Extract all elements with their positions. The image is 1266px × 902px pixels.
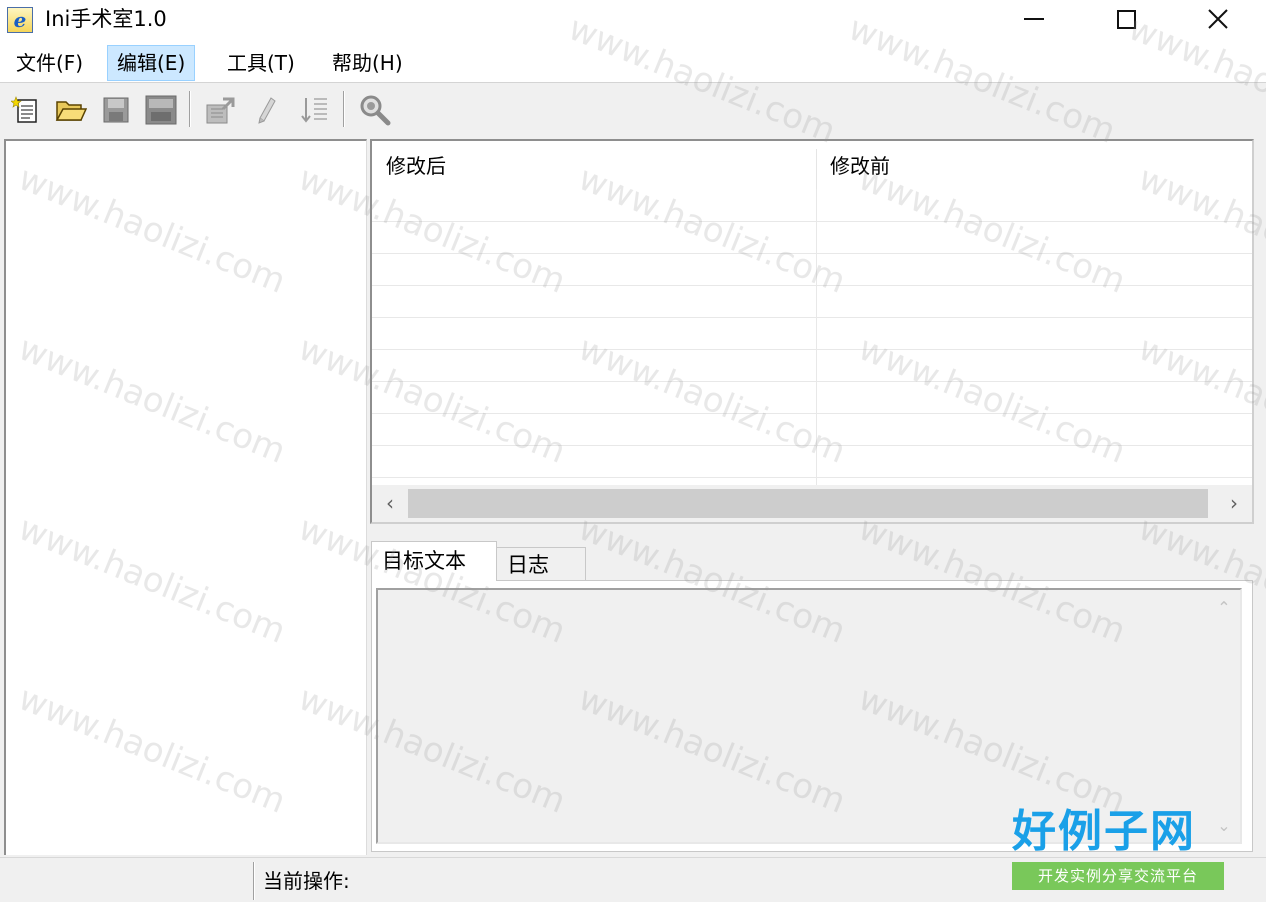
site-logo: 好例子网 开发实例分享交流平台 — [1012, 806, 1224, 896]
maximize-button[interactable] — [1080, 0, 1172, 38]
search-icon — [360, 95, 391, 126]
toolbar — [0, 82, 1266, 137]
menu-file[interactable]: 文件(F) — [7, 45, 92, 81]
app-icon[interactable]: e — [7, 7, 33, 33]
scroll-thumb[interactable] — [408, 489, 1208, 518]
scroll-right-icon[interactable]: › — [1216, 485, 1252, 522]
horizontal-scrollbar[interactable]: ‹ › — [372, 485, 1252, 522]
close-icon — [1208, 9, 1228, 29]
key-value-list[interactable]: 修改后 修改前 ‹ › — [370, 139, 1254, 524]
save-all-icon — [145, 95, 177, 125]
sort-icon — [301, 98, 327, 123]
scroll-up-icon[interactable]: ⌃ — [1208, 592, 1240, 624]
title-bar: e Ini手术室1.0 — [0, 0, 1266, 40]
new-file-icon — [11, 96, 37, 123]
window-title: Ini手术室1.0 — [45, 7, 167, 31]
sort-button[interactable] — [298, 93, 332, 127]
grid-row-line — [372, 317, 1252, 318]
open-button[interactable] — [54, 93, 88, 127]
list-header: 修改后 修改前 — [372, 141, 1252, 189]
save-all-button[interactable] — [144, 93, 178, 127]
search-button[interactable] — [358, 93, 392, 127]
status-current-operation: 当前操作: — [263, 869, 350, 893]
export-icon — [206, 97, 235, 124]
status-separator — [253, 862, 255, 900]
save-icon — [103, 97, 129, 123]
close-button[interactable] — [1172, 0, 1264, 38]
menu-help[interactable]: 帮助(H) — [323, 45, 412, 81]
new-file-button[interactable] — [9, 93, 43, 127]
export-button[interactable] — [203, 93, 237, 127]
menu-bar: 文件(F) 编辑(E) 工具(T) 帮助(H) — [0, 42, 1266, 82]
edit-key-button[interactable] — [250, 93, 284, 127]
grid-column-line — [816, 189, 817, 485]
column-divider[interactable] — [816, 149, 817, 189]
minimize-icon — [1024, 18, 1044, 20]
vertical-scrollbar[interactable]: ⌃ ⌄ — [1208, 590, 1240, 842]
toolbar-separator — [343, 91, 345, 127]
grid-row-line — [372, 381, 1252, 382]
maximize-icon — [1116, 9, 1136, 29]
grid-row-line — [372, 349, 1252, 350]
section-tree-pane[interactable] — [4, 139, 367, 855]
column-header-before[interactable]: 修改前 — [816, 141, 1252, 189]
grid-row-line — [372, 477, 1252, 478]
grid-row-line — [372, 253, 1252, 254]
grid-row-line — [372, 221, 1252, 222]
save-button[interactable] — [99, 93, 133, 127]
tab-target-text[interactable]: 目标文本 — [371, 541, 497, 581]
toolbar-separator — [189, 91, 191, 127]
tab-log[interactable]: 日志 — [497, 547, 586, 581]
grid-row-line — [372, 285, 1252, 286]
logo-title: 好例子网 — [1012, 806, 1196, 857]
open-folder-icon — [55, 101, 87, 121]
logo-tagline: 开发实例分享交流平台 — [1012, 862, 1224, 890]
minimize-button[interactable] — [988, 0, 1080, 38]
edit-key-icon — [258, 97, 276, 124]
menu-edit[interactable]: 编辑(E) — [107, 45, 196, 81]
menu-tools[interactable]: 工具(T) — [218, 45, 304, 81]
column-header-after[interactable]: 修改后 — [372, 141, 816, 189]
scroll-left-icon[interactable]: ‹ — [372, 485, 408, 522]
grid-row-line — [372, 413, 1252, 414]
grid-row-line — [372, 445, 1252, 446]
